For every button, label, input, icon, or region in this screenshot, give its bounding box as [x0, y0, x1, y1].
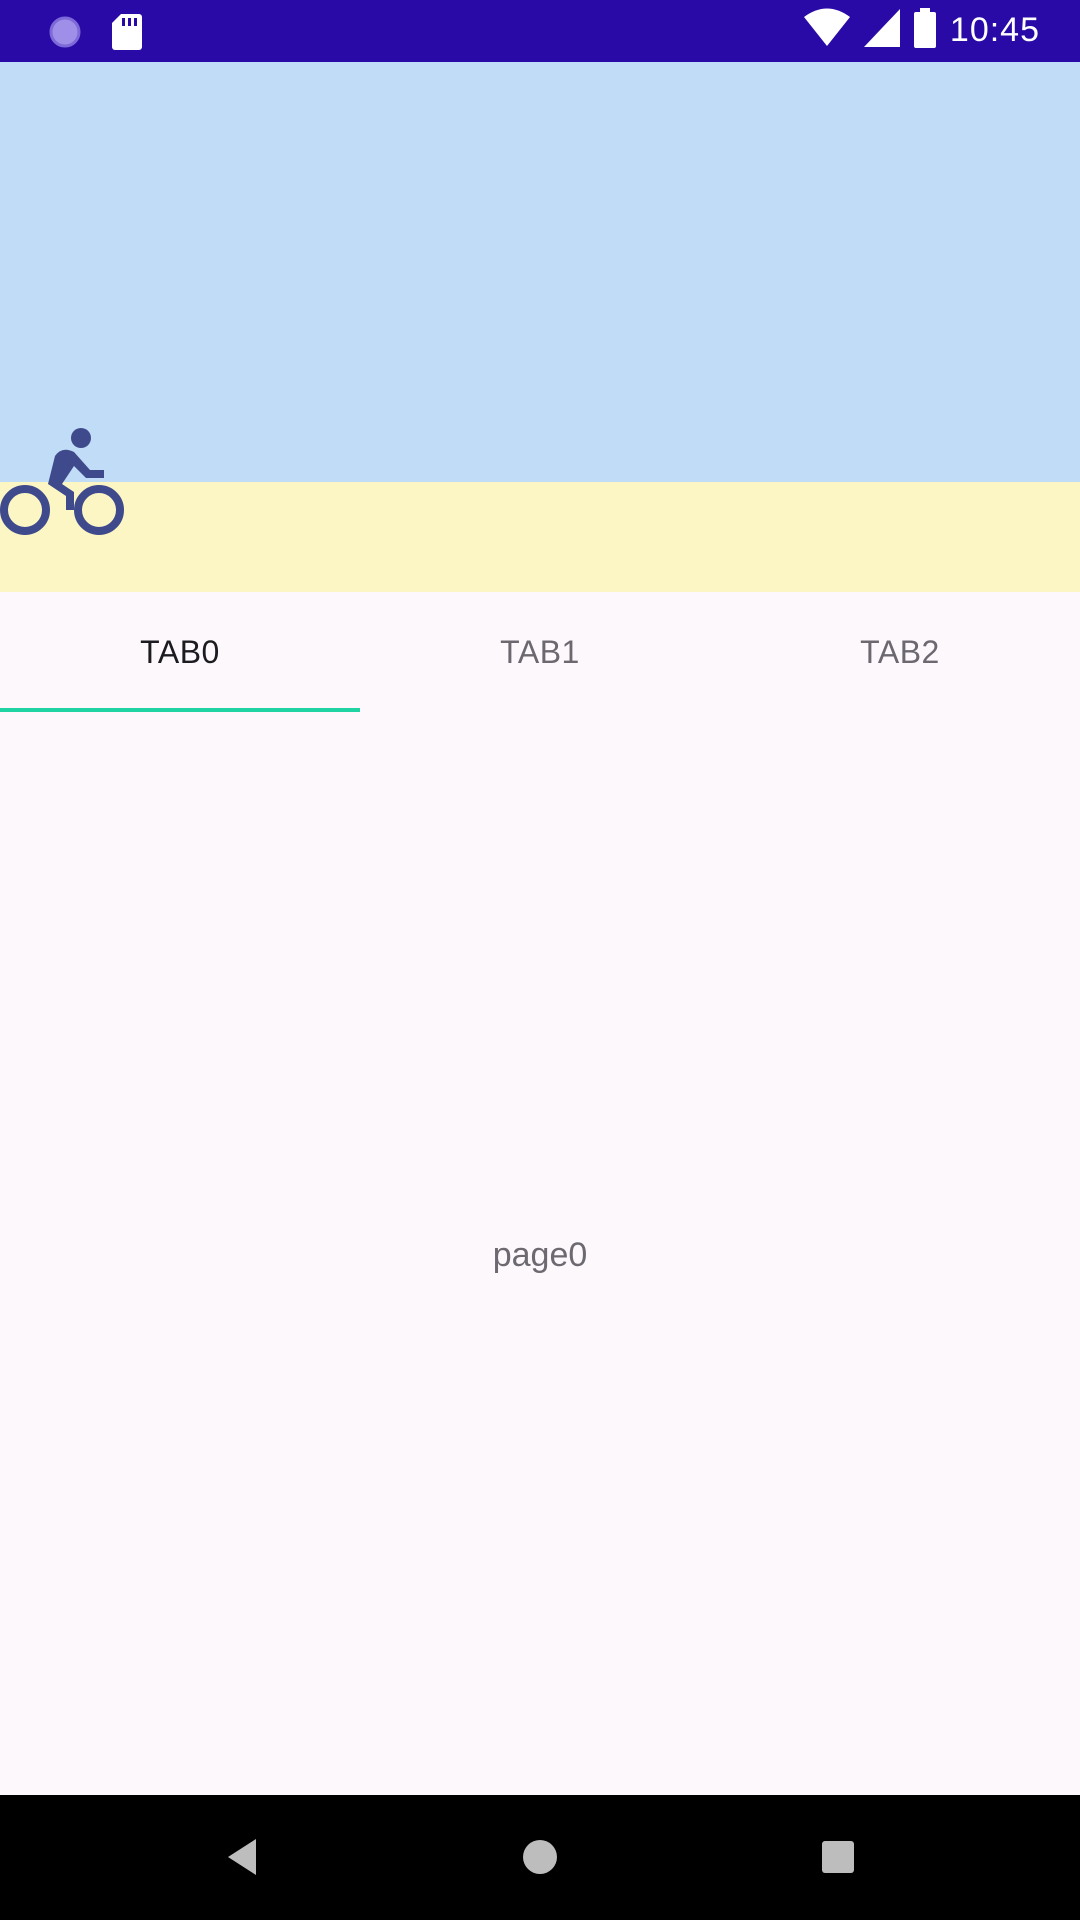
- sd-card-icon: [112, 14, 142, 54]
- tab-1[interactable]: TAB1: [360, 592, 720, 712]
- status-bar: 10:45: [0, 0, 1080, 62]
- cell-signal-icon: [863, 9, 900, 51]
- wifi-icon: [803, 8, 850, 52]
- app-screen: 10:45 TAB0 TAB1 TAB2 page0: [0, 0, 1080, 1920]
- tab-bar: TAB0 TAB1 TAB2: [0, 592, 1080, 712]
- status-left-icons: [48, 14, 142, 54]
- tab-2[interactable]: TAB2: [720, 592, 1080, 712]
- battery-icon: [913, 8, 936, 52]
- header-sky-background: [0, 62, 1080, 482]
- page-label: page0: [492, 1236, 588, 1274]
- tab-0[interactable]: TAB0: [0, 592, 360, 712]
- back-icon[interactable]: [210, 1825, 274, 1889]
- status-clock: 10:45: [949, 10, 1040, 49]
- navigation-bar: [0, 1795, 1080, 1920]
- recents-icon[interactable]: [806, 1825, 870, 1889]
- notification-circle-icon: [48, 15, 82, 53]
- status-right-icons: 10:45: [803, 8, 1040, 52]
- home-icon[interactable]: [508, 1825, 572, 1889]
- bike-icon: [0, 426, 128, 536]
- header-ground-background: [0, 482, 1080, 592]
